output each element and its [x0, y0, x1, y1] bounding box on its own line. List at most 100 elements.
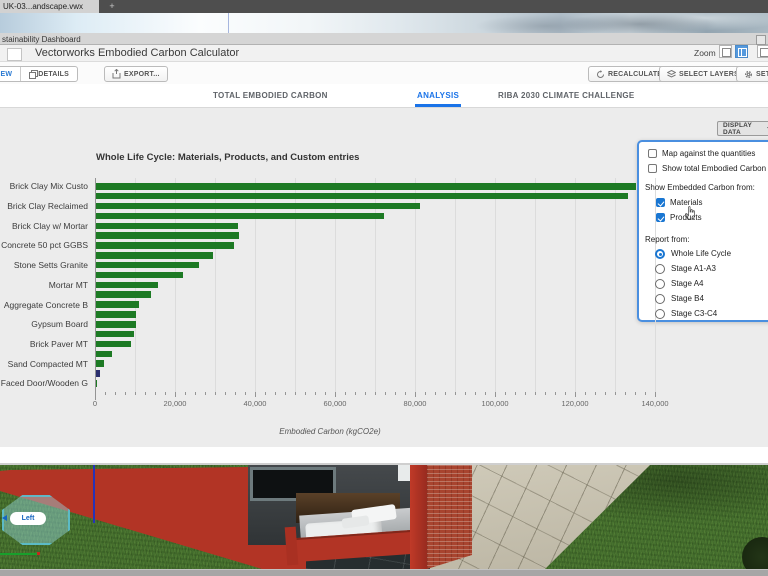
bottom-status-strip — [0, 569, 768, 576]
x-axis-tick — [355, 392, 356, 395]
tab-riba-2030-climate-challenge[interactable]: RIBA 2030 CLIMATE CHALLENGE — [498, 91, 635, 100]
x-axis-tick — [185, 392, 186, 395]
fit-icon — [738, 48, 747, 57]
x-tick-label: 100,000 — [470, 399, 520, 408]
gridline — [375, 178, 376, 392]
zoom-page-width-button[interactable] — [719, 45, 732, 58]
radio-stage-a1-a3[interactable] — [655, 264, 665, 274]
recalculate-button[interactable]: RECALCULATE — [588, 66, 670, 82]
zoom-fit-button[interactable] — [735, 45, 748, 58]
x-tick-label: 20,000 — [150, 399, 200, 408]
bar — [96, 341, 131, 348]
bar — [96, 213, 384, 220]
x-axis-tick — [295, 392, 296, 395]
checkbox-materials[interactable] — [656, 198, 665, 207]
x-axis-title: Embodied Carbon (kgCO2e) — [95, 427, 565, 436]
x-axis-tick — [475, 392, 476, 395]
zoom-extra-button[interactable] — [757, 45, 768, 58]
browser-tab-bar: UK-03...andscape.vwx + — [0, 0, 768, 13]
browser-tab[interactable]: UK-03...andscape.vwx — [0, 0, 99, 13]
x-axis-tick — [445, 392, 446, 395]
radio-stage-b4[interactable] — [655, 294, 665, 304]
x-axis-tick — [365, 392, 366, 395]
x-axis-tick — [285, 392, 286, 395]
settings-button[interactable]: SETTINGS — [736, 66, 768, 82]
x-axis-tick — [265, 392, 266, 395]
x-axis-tick — [435, 392, 436, 395]
category-label: Brick Clay w/ Mortar — [12, 221, 88, 231]
drawing-sky-background — [0, 13, 768, 33]
details-button[interactable]: DETAILS — [21, 67, 77, 81]
x-axis-tick — [565, 392, 566, 395]
radio-stage-a4[interactable] — [655, 279, 665, 289]
section-line-indicator — [93, 465, 95, 523]
palette-collapse-button[interactable] — [756, 35, 766, 45]
export-button[interactable]: EXPORT... — [104, 66, 168, 82]
x-tick-label: 140,000 — [630, 399, 680, 408]
gridline — [455, 178, 456, 392]
category-label: Aggregate Concrete B — [4, 300, 88, 310]
ground-plane-axis — [0, 553, 37, 555]
dashboard-icon — [7, 48, 22, 61]
layers-icon — [667, 70, 676, 79]
overview-button[interactable]: OVERVIEW — [0, 67, 21, 81]
x-axis-tick — [235, 392, 236, 395]
radio-stage-c3-c4[interactable] — [655, 309, 665, 319]
checkbox-map-against-the-quantities[interactable] — [648, 149, 657, 158]
checkbox-show-total-embodied-carbon[interactable] — [648, 164, 657, 173]
bar — [96, 193, 628, 200]
x-axis-tick — [135, 392, 136, 395]
x-axis-tick — [105, 392, 106, 395]
x-axis-tick — [305, 392, 306, 395]
tab-analysis[interactable]: ANALYSIS — [417, 91, 459, 100]
x-axis-tick — [335, 392, 336, 397]
x-axis-tick — [415, 392, 416, 397]
radio-whole-life-cycle[interactable] — [655, 249, 665, 259]
x-axis-tick — [245, 392, 246, 395]
tab-total-embodied-carbon[interactable]: TOTAL EMBODIED CARBON — [213, 91, 328, 100]
radio-label: Stage A1-A3 — [671, 264, 716, 273]
category-label: Concrete 50 pct GGBS — [1, 240, 88, 250]
category-label: Stone Setts Granite — [14, 260, 88, 270]
gear-icon — [744, 70, 753, 79]
screen: UK-03...andscape.vwx + stainability Dash… — [0, 0, 768, 576]
x-tick-label: 40,000 — [230, 399, 280, 408]
x-axis-tick — [585, 392, 586, 395]
gridline — [415, 178, 416, 392]
view-tabs-row — [0, 84, 768, 108]
display-data-button[interactable]: DISPLAY DATA — [717, 121, 768, 136]
x-axis-tick — [385, 392, 386, 395]
x-axis-tick — [515, 392, 516, 395]
details-icon — [29, 70, 38, 79]
checkbox-label: Map against the quantities — [662, 149, 755, 158]
x-axis-tick — [525, 392, 526, 395]
bar — [96, 262, 199, 269]
page-icon — [722, 48, 731, 57]
bar — [96, 291, 151, 298]
checkbox-label: Materials — [670, 198, 702, 207]
x-axis-tick — [225, 392, 226, 395]
x-axis-tick — [205, 392, 206, 395]
checkbox-products[interactable] — [656, 213, 665, 222]
palette-titlebar[interactable] — [0, 33, 768, 45]
x-axis-tick — [485, 392, 486, 395]
x-axis-tick — [505, 392, 506, 395]
sky-divider-line — [228, 13, 229, 33]
chart-title: Whole Life Cycle: Materials, Products, a… — [96, 152, 359, 163]
page-title: Vectorworks Embodied Carbon Calculator — [35, 47, 239, 59]
new-tab-button[interactable]: + — [104, 0, 120, 13]
x-axis-tick — [535, 392, 536, 395]
x-axis-tick — [605, 392, 606, 395]
x-axis-tick — [455, 392, 456, 395]
section-cut-wall-vertical — [410, 465, 427, 569]
bar — [96, 351, 112, 358]
orientation-arrow-icon — [2, 515, 7, 521]
x-axis-tick — [175, 392, 176, 397]
3d-render-viewport[interactable]: Left — [0, 465, 768, 569]
x-axis-tick — [315, 392, 316, 395]
x-axis-tick — [425, 392, 426, 395]
x-axis-tick — [405, 392, 406, 395]
gridline — [215, 178, 216, 392]
gridline — [535, 178, 536, 392]
x-axis-tick — [655, 392, 656, 397]
